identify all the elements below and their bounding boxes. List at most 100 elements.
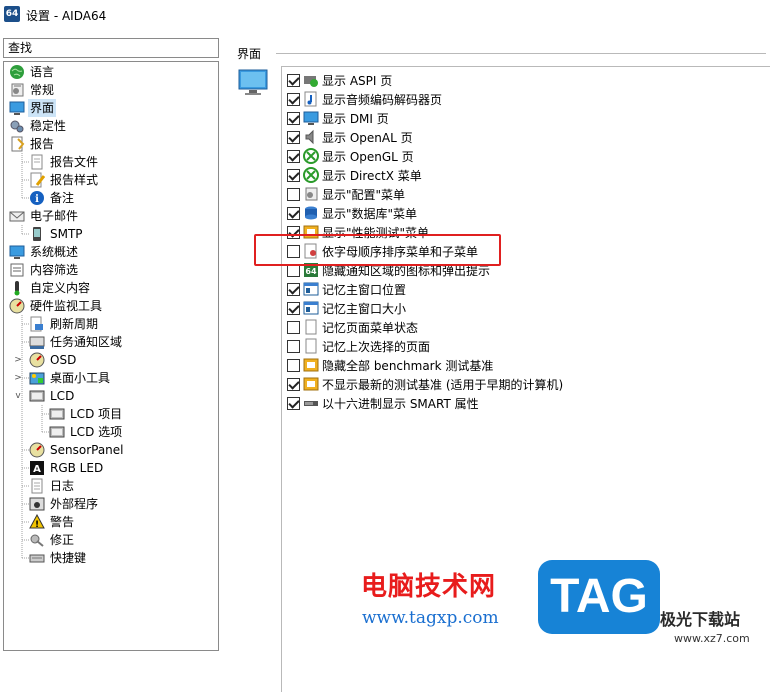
tree-item-label: SMTP (50, 227, 83, 241)
option-label: 以十六进制显示 SMART 属性 (322, 396, 479, 411)
option-show-opengl[interactable]: 显示 OpenGL 页 (287, 147, 414, 165)
tree-item-general[interactable]: 常规 (9, 81, 56, 99)
checkbox[interactable] (287, 149, 300, 163)
tree-item-refresh-period[interactable]: 刷新周期 (29, 315, 100, 333)
tree-item-label: 自定义内容 (30, 281, 91, 295)
checkbox[interactable] (287, 339, 300, 353)
checkbox[interactable] (287, 301, 300, 315)
tree-item-lcd-options[interactable]: LCD 选项 (49, 423, 124, 441)
option-show-dmi[interactable]: 显示 DMI 页 (287, 109, 389, 127)
option-remember-last-page[interactable]: 记忆上次选择的页面 (287, 337, 430, 355)
tree-item-hardware-monitor[interactable]: 硬件监视工具 (9, 297, 104, 315)
taskbar-icon (29, 334, 45, 350)
option-show-database-menu[interactable]: 显示"数据库"菜单 (287, 204, 417, 222)
option-smart-hex[interactable]: 以十六进制显示 SMART 属性 (287, 394, 479, 412)
log-icon (29, 478, 45, 494)
tree-item-label: 备注 (50, 191, 75, 205)
checkbox[interactable] (287, 187, 300, 201)
email-icon (9, 208, 25, 224)
tree-item-desktop-gadget[interactable]: 桌面小工具 (29, 369, 112, 387)
option-remember-window-position[interactable]: 记忆主窗口位置 (287, 280, 406, 298)
checkbox[interactable] (287, 263, 300, 277)
checkbox[interactable] (287, 73, 300, 87)
monitor-icon (9, 244, 25, 260)
section-title: 界面 (237, 47, 262, 61)
tree-item-notes[interactable]: i 备注 (29, 189, 76, 207)
tree-item-sensorpanel[interactable]: SensorPanel (29, 441, 126, 459)
option-label: 记忆页面菜单状态 (322, 320, 419, 335)
keyboard-icon (29, 550, 45, 566)
checkbox[interactable] (287, 92, 300, 106)
option-show-audio-codec[interactable]: 显示音频编码解码器页 (287, 90, 442, 108)
aida-icon: 64 (303, 262, 319, 278)
tree-item-log[interactable]: 日志 (29, 477, 76, 495)
tree-item-language[interactable]: 语言 (9, 63, 56, 81)
tree-item-report[interactable]: 报告 (9, 135, 56, 153)
checkbox[interactable] (287, 282, 300, 296)
tree-item-warning[interactable]: ! 警告 (29, 513, 76, 531)
svg-text:64: 64 (305, 267, 317, 276)
section-divider (276, 53, 766, 54)
option-remember-page-menu-state[interactable]: 记忆页面菜单状态 (287, 318, 418, 336)
option-show-aspi[interactable]: 显示 ASPI 页 (287, 71, 392, 89)
tree-item-correction[interactable]: 修正 (29, 531, 76, 549)
tree-item-report-style[interactable]: 报告样式 (29, 171, 100, 189)
tree-item-rgb-led[interactable]: A RGB LED (29, 459, 105, 477)
settings-tree[interactable]: 语言 常规 界面 稳定性 报告 报告文件 报告样式 i 备注 电子邮件 SMTP… (3, 61, 219, 651)
window-icon (303, 300, 319, 316)
option-label: 显示 ASPI 页 (322, 73, 393, 88)
expand-chevron-icon[interactable]: > (13, 373, 23, 383)
option-sort-menus-alphabetically[interactable]: 依字母顺序排序菜单和子菜单 (287, 242, 478, 260)
tree-item-content-filter[interactable]: 内容筛选 (9, 261, 80, 279)
aspi-icon (303, 72, 319, 88)
tree-item-hotkeys[interactable]: 快捷键 (29, 549, 88, 567)
tree-item-smtp[interactable]: SMTP (29, 225, 85, 243)
watermark-text: 电脑技术网 (361, 572, 497, 602)
checkbox[interactable] (287, 320, 300, 334)
tree-item-lcd-items[interactable]: LCD 项目 (49, 405, 124, 423)
checkbox[interactable] (287, 358, 300, 372)
option-show-directx[interactable]: 显示 DirectX 菜单 (287, 166, 422, 184)
tree-item-interface[interactable]: 界面 (9, 99, 57, 117)
option-label: 不显示最新的测试基准 (适用于早期的计算机) (322, 377, 564, 392)
checkbox[interactable] (287, 168, 300, 182)
tree-item-stability[interactable]: 稳定性 (9, 117, 68, 135)
checkbox[interactable] (287, 396, 300, 410)
option-remember-window-size[interactable]: 记忆主窗口大小 (287, 299, 406, 317)
tree-item-lcd[interactable]: LCD (29, 387, 76, 405)
gear-list-icon (9, 82, 25, 98)
checkbox[interactable] (287, 377, 300, 391)
checkbox[interactable] (287, 130, 300, 144)
watermark-site: 极光下载站 (660, 610, 741, 629)
tree-item-taskbar-notify[interactable]: 任务通知区域 (29, 333, 124, 351)
watermark-site-url: www.xz7.com (674, 632, 750, 645)
filter-icon (9, 262, 25, 278)
option-hide-all-benchmarks[interactable]: 隐藏全部 benchmark 测试基准 (287, 356, 493, 374)
tree-item-label: 电子邮件 (30, 209, 79, 223)
tree-item-label: 日志 (50, 479, 75, 493)
checkbox[interactable] (287, 244, 300, 258)
tree-item-email[interactable]: 电子邮件 (9, 207, 80, 225)
tree-item-osd[interactable]: OSD (29, 351, 78, 369)
tree-item-external-program[interactable]: 外部程序 (29, 495, 100, 513)
collapse-chevron-icon[interactable]: v (13, 391, 23, 401)
page-icon (303, 338, 319, 354)
tree-item-label: 内容筛选 (30, 263, 79, 277)
tree-item-report-file[interactable]: 报告文件 (29, 153, 100, 171)
option-show-config-menu[interactable]: 显示"配置"菜单 (287, 185, 405, 203)
options-list[interactable]: 显示 ASPI 页 显示音频编码解码器页 显示 DMI 页 显示 OpenAL … (281, 66, 770, 692)
option-show-openal[interactable]: 显示 OpenAL 页 (287, 128, 413, 146)
checkbox[interactable] (287, 225, 300, 239)
database-icon (303, 205, 319, 221)
expand-chevron-icon[interactable]: > (13, 355, 23, 365)
option-label: 显示"配置"菜单 (322, 187, 406, 202)
search-header[interactable]: 查找 (3, 38, 219, 58)
option-hide-latest-benchmarks[interactable]: 不显示最新的测试基准 (适用于早期的计算机) (287, 375, 563, 393)
option-hide-tray-icon[interactable]: 64 隐藏通知区域的图标和弹出提示 (287, 261, 490, 279)
checkbox[interactable] (287, 206, 300, 220)
tree-item-system-summary[interactable]: 系统概述 (9, 243, 80, 261)
tree-item-custom-content[interactable]: 自定义内容 (9, 279, 92, 297)
checkbox[interactable] (287, 111, 300, 125)
drive-icon (303, 395, 319, 411)
option-show-benchmark-menu[interactable]: 显示"性能测试"菜单 (287, 223, 429, 241)
